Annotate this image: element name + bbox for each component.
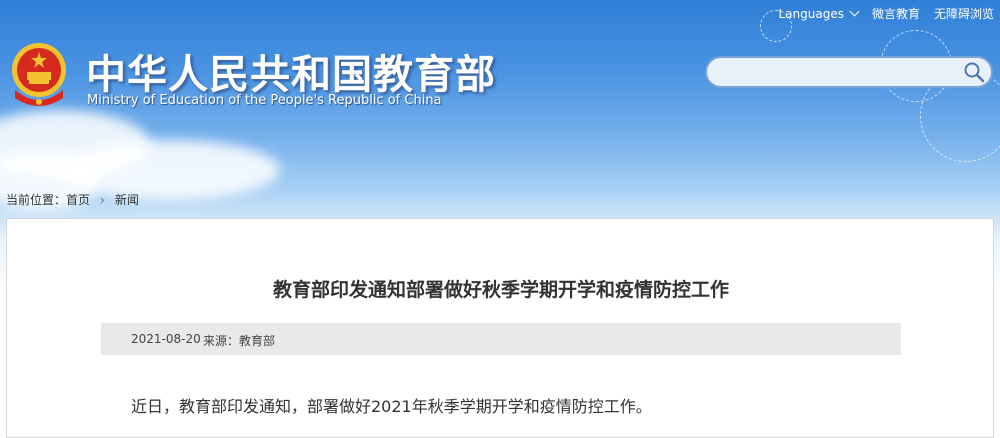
breadcrumb: 当前位置： 首页 › 新闻 [6,191,139,208]
article-date: 2021-08-20 [131,332,201,346]
languages-label: Languages [778,6,844,21]
breadcrumb-prefix: 当前位置： [6,193,67,207]
search-box [705,56,993,88]
site-title-en: Ministry of Education of the People's Re… [87,93,442,108]
search-input[interactable] [721,62,965,84]
national-emblem-icon [12,43,66,106]
chevron-right-icon: › [100,192,105,207]
article-container: 教育部印发通知部署做好秋季学期开学和疫情防控工作 2021-08-20 来源：教… [6,218,994,438]
accessible-browse-link[interactable]: 无障碍浏览 [934,5,994,22]
article-source: 来源：教育部 [203,334,276,348]
article-paragraph: 近日，教育部印发通知，部署做好2021年秋季学期开学和疫情防控工作。 [131,397,652,416]
chevron-down-icon [849,6,860,17]
breadcrumb-home[interactable]: 首页 [66,191,90,208]
languages-dropdown[interactable]: Languages [778,6,860,21]
breadcrumb-current[interactable]: 新闻 [115,191,139,208]
article-title: 教育部印发通知部署做好秋季学期开学和疫情防控工作 [272,279,729,301]
search-icon[interactable] [963,61,985,83]
article-meta: 2021-08-20 来源：教育部 [101,323,901,355]
site-title-cn[interactable]: 中华人民共和国教育部 [86,42,496,100]
top-links: Languages 微言教育 无障碍浏览 [778,5,994,22]
wechat-link[interactable]: 微言教育 [872,5,920,22]
